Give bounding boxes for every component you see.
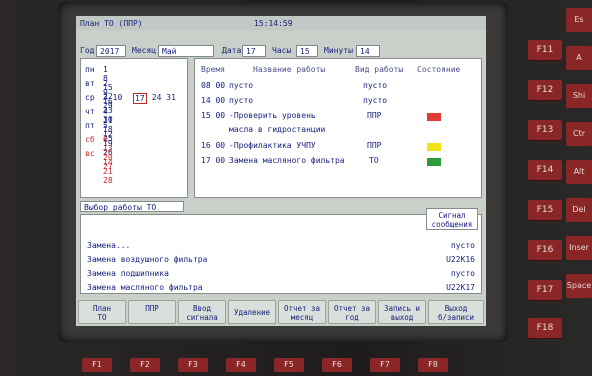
row-name[interactable]: Замена масляного фильтра — [229, 156, 345, 165]
f16-key[interactable]: F16 — [528, 240, 562, 260]
f4-key[interactable]: F4 — [226, 358, 256, 372]
alt-key[interactable]: Alt — [566, 160, 592, 184]
signal-header-line2: сообщения — [431, 220, 473, 229]
selection-item[interactable]: Замена... — [87, 241, 130, 250]
selected-day[interactable]: 17 — [133, 93, 147, 104]
softkey-input-signal[interactable]: Ввод сигнала — [178, 300, 226, 324]
weekday-label: вт — [85, 79, 95, 88]
row-name[interactable]: -Проверить уровень — [229, 111, 316, 120]
col-time-header: Время — [201, 65, 226, 74]
row-time: 14 00 — [201, 96, 226, 105]
insert-key[interactable]: Inser — [566, 236, 592, 260]
status-red-indicator — [427, 113, 441, 121]
f12-key[interactable]: F12 — [528, 80, 562, 100]
work-table: Время Название работы Вид работы Состоян… — [194, 58, 482, 198]
ctrl-key[interactable]: Ctr — [566, 122, 592, 146]
signal-header: Сигнал сообщения — [426, 208, 478, 230]
hours-label: Часы — [272, 46, 292, 55]
weekday-label: вс — [85, 149, 95, 158]
row-name-continued[interactable]: масла в гидростанции — [229, 125, 325, 134]
f7-key[interactable]: F7 — [370, 358, 400, 372]
weekday-label: ср — [85, 93, 95, 102]
title-bar: План ТО (ППР) 15:14:59 — [76, 16, 486, 30]
softkey-ppr[interactable]: ППР — [128, 300, 176, 324]
shift-key[interactable]: Shi — [566, 84, 592, 108]
row-time: 17 00 — [201, 156, 226, 165]
f3-key[interactable]: F3 — [178, 358, 208, 372]
selection-list: Замена... Замена воздушного фильтра Заме… — [80, 214, 482, 294]
weekday-label: чт — [85, 107, 95, 116]
year-label: Год — [80, 46, 95, 55]
f1-key[interactable]: F1 — [82, 358, 112, 372]
month-field[interactable]: Май — [158, 45, 214, 57]
selection-item[interactable]: Замена подшипника — [87, 269, 169, 278]
row-type: ТО — [369, 156, 379, 165]
selection-item[interactable]: Замена масляного фильтра — [87, 283, 203, 292]
signal-value: пусто — [450, 269, 475, 278]
weekday-label: пн — [85, 65, 95, 74]
softkey-plan-to[interactable]: План ТО — [78, 300, 126, 324]
delete-key[interactable]: Del — [566, 198, 592, 222]
softkey-delete[interactable]: Удаление — [228, 300, 276, 324]
row-type: пусто — [363, 81, 388, 90]
softkey-bar: План ТО ППР Ввод сигнала Удаление Отчет за… — [76, 298, 486, 326]
esc-key[interactable]: Es — [566, 8, 592, 32]
softkey-save-exit[interactable]: Запись и выход — [378, 300, 426, 324]
f17-key[interactable]: F17 — [528, 280, 562, 300]
alt-a-key[interactable]: A — [566, 46, 592, 70]
row-type: пусто — [363, 96, 388, 105]
f15-key[interactable]: F15 — [528, 200, 562, 220]
row-type: ППР — [367, 141, 382, 150]
row-time: 15 00 — [201, 111, 226, 120]
row-type: ППР — [367, 111, 382, 120]
status-green-indicator — [427, 158, 441, 166]
weekday-label: пт — [85, 121, 95, 130]
row-name[interactable]: пусто — [229, 81, 253, 90]
f18-key[interactable]: F18 — [528, 318, 562, 338]
col-state-header: Состояние — [417, 65, 461, 74]
softkey-year-report[interactable]: Отчет за год — [328, 300, 376, 324]
f6-key[interactable]: F6 — [322, 358, 352, 372]
screen-title: План ТО (ППР) — [80, 19, 143, 28]
date-label: Дата — [222, 46, 242, 55]
f13-key[interactable]: F13 — [528, 120, 562, 140]
signal-value: U22K16 — [446, 255, 475, 264]
hours-field[interactable]: 15 — [296, 45, 318, 57]
softkey-month-report[interactable]: Отчет за месяц — [278, 300, 326, 324]
signal-value: пусто — [450, 241, 475, 250]
f11-key[interactable]: F11 — [528, 40, 562, 60]
date-time-fields: Год 2017 Месяц Май Дата 17 Часы 15 Минут… — [76, 31, 486, 57]
row-time: 08 00 — [201, 81, 226, 90]
space-key[interactable]: Space — [566, 274, 592, 298]
row-name[interactable]: пусто — [229, 96, 253, 105]
row-time: 16 00 — [201, 141, 226, 150]
calendar-days[interactable]: 24 31 — [147, 93, 176, 102]
softkey-exit-no-save[interactable]: Выход б/записи — [428, 300, 484, 324]
selection-item[interactable]: Замена воздушного фильтра — [87, 255, 207, 264]
date-field[interactable]: 17 — [242, 45, 266, 57]
status-yellow-indicator — [427, 143, 441, 151]
signal-header-line1: Сигнал — [438, 211, 466, 220]
f8-key[interactable]: F8 — [418, 358, 448, 372]
selection-title: Выбор работы ТО — [80, 201, 184, 212]
minutes-field[interactable]: 14 — [356, 45, 380, 57]
calendar-days[interactable]: 7 14 21 28 — [103, 149, 113, 185]
year-field[interactable]: 2017 — [96, 45, 126, 57]
f14-key[interactable]: F14 — [528, 160, 562, 180]
col-type-header: Вид работы — [355, 65, 404, 74]
calendar-days[interactable]: 3 10 — [103, 93, 127, 102]
f2-key[interactable]: F2 — [130, 358, 160, 372]
calendar[interactable]: пн 1 8 15 22 29 вт 2 9 16 23 30 ср 3 10 … — [80, 58, 188, 198]
f5-key[interactable]: F5 — [274, 358, 304, 372]
minutes-label: Минуты — [324, 46, 353, 55]
row-name[interactable]: -Профилактика УЧПУ — [229, 141, 316, 150]
clock: 15:14:59 — [254, 19, 293, 28]
weekday-label: сб — [85, 135, 95, 144]
cnc-screen: План ТО (ППР) 15:14:59 Год 2017 Месяц Ма… — [76, 16, 486, 326]
col-name-header: Название работы — [253, 65, 326, 74]
signal-value: U22K17 — [446, 283, 475, 292]
month-label: Месяц — [132, 46, 157, 55]
